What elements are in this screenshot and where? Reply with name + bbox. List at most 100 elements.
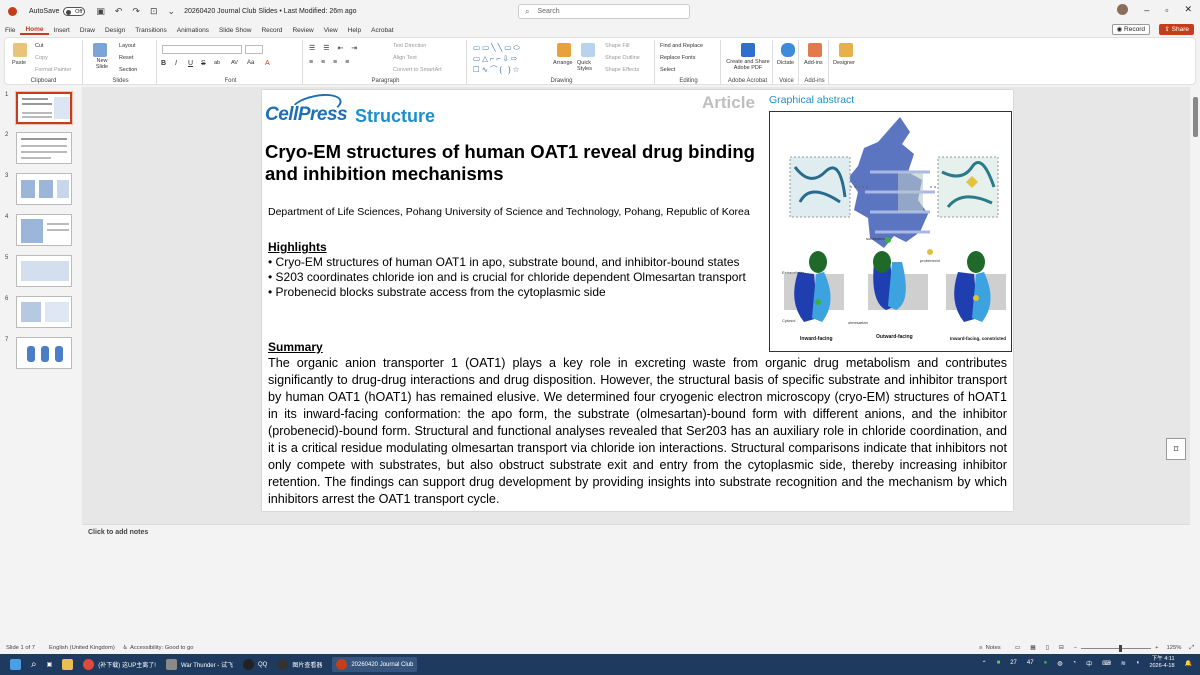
vertical-scrollbar[interactable] [1191,87,1200,524]
taskbar-item-game[interactable]: War Thunder - 试飞 [165,659,233,670]
file-explorer-icon[interactable] [62,659,74,670]
present-icon[interactable]: ⊡ [150,6,158,17]
taskbar-search-icon[interactable]: ⌕ [31,659,37,670]
notes-button[interactable]: Notes [986,645,1001,651]
save-icon[interactable]: ▣ [96,6,105,17]
cut-button[interactable]: Cut [35,43,44,49]
zoom-in-icon[interactable]: + [1155,645,1158,651]
font-name-field[interactable] [162,45,242,54]
ime-indicator[interactable]: 中 [1086,659,1092,668]
close-icon[interactable]: ✕ [1184,4,1192,15]
font-size-field[interactable] [245,45,263,54]
align-icon[interactable]: ≡ ≡ ≡ ≡ [309,59,352,66]
reading-view-icon[interactable]: ▯ [1046,645,1049,651]
speaker-icon[interactable]: ◔ [1072,660,1076,666]
copy-button[interactable]: Copy [35,55,48,61]
redo-icon[interactable]: ↷ [132,6,140,17]
align-text-button[interactable]: Align Text [393,55,417,61]
select-button[interactable]: Select [660,67,675,73]
new-slide-icon[interactable] [93,43,107,57]
bullets-icon[interactable]: ☰ ☰ ⇤ ⇥ [309,44,360,52]
tray-temp[interactable]: 27 [1010,660,1017,666]
slideshow-icon[interactable]: ⊟ [1059,645,1064,651]
zoom-level[interactable]: 125% [1167,645,1182,651]
tab-transitions[interactable]: Transitions [130,27,172,34]
slide-thumbnail-2[interactable] [16,132,72,164]
format-painter-button[interactable]: Format Painter [35,67,71,73]
paste-button[interactable]: Paste [12,60,26,66]
notification-icon[interactable]: 🔔 [1185,660,1192,667]
slide-thumbnail-7[interactable] [16,337,72,369]
current-slide[interactable]: CellPress Structure Article Graphical ab… [262,89,1013,511]
quick-styles-icon[interactable] [581,43,595,57]
addins-icon[interactable] [808,43,822,57]
keyboard-icon[interactable]: ⌨ [1102,660,1111,667]
accessibility-status[interactable]: Accessibility: Good to go [130,645,193,651]
wechat-icon[interactable]: ● [1044,660,1048,666]
new-slide-button[interactable]: New Slide [91,58,113,70]
slide-thumbnail-1[interactable] [15,91,73,125]
slide-thumbnail-3[interactable] [16,173,72,205]
slide-thumbnail-4[interactable] [16,214,72,246]
zoom-slider-thumb[interactable] [1119,644,1123,652]
tab-slide-show[interactable]: Slide Show [214,27,257,34]
autosave-toggle[interactable]: Off [63,7,86,16]
account-avatar[interactable] [1117,4,1129,15]
designer-button[interactable]: Designer [833,60,855,66]
find-replace-button[interactable]: Find and Replace [660,43,703,49]
arrange-icon[interactable] [557,43,571,57]
quick-styles-button[interactable]: Quick Styles [577,60,599,72]
addins-button[interactable]: Add-ins [804,60,823,66]
tab-design[interactable]: Design [100,27,130,34]
windows-start-icon[interactable] [10,659,21,670]
arrange-button[interactable]: Arrange [553,60,573,66]
tab-insert[interactable]: Insert [49,27,75,34]
taskbar-item-qq[interactable]: QQ [242,659,267,670]
designer-icon[interactable] [839,43,853,57]
underline-button[interactable]: U [188,60,193,67]
adobe-pdf-icon[interactable] [741,43,755,57]
create-share-pdf-button[interactable]: Create and Share Adobe PDF [725,59,771,71]
bookmark-icon[interactable]: ⌑ [1166,438,1186,460]
language-indicator[interactable]: English (United Kingdom) [49,645,115,651]
tab-record[interactable]: Record [256,27,287,34]
tray-number[interactable]: 47 [1027,660,1034,666]
tray-chevron-icon[interactable]: ⌃ [982,660,987,667]
clock[interactable]: 下午 4:11 2026-4-18 [1149,656,1174,670]
record-button[interactable]: ◉ Record [1111,24,1150,35]
volume-icon[interactable]: ◖ [1136,660,1140,666]
clear-formatting-button[interactable]: ab [214,60,220,66]
tab-review[interactable]: Review [287,27,318,34]
character-spacing-button[interactable]: AV [231,60,238,66]
taskbar-item-image-viewer[interactable]: 图片查看器 [277,659,322,670]
bold-button[interactable]: B [161,60,166,67]
tab-file[interactable]: File [0,27,20,34]
task-view-icon[interactable]: ▣ [47,661,53,668]
zoom-out-icon[interactable]: − [1074,645,1077,651]
slide-thumbnail-5[interactable] [16,255,72,287]
replace-fonts-button[interactable]: Replace Fonts [660,55,695,61]
section-button[interactable]: Section [119,67,137,73]
dictate-button[interactable]: Dictate [777,60,794,66]
normal-view-icon[interactable]: ▭ [1015,645,1020,651]
customize-toolbar-icon[interactable]: ⌄ [168,6,176,17]
slide-sorter-icon[interactable]: ▦ [1030,645,1035,651]
share-button[interactable]: ⇪ Share [1159,24,1194,35]
strikethrough-button[interactable]: S [201,60,206,67]
graphical-abstract-figure[interactable]: Extracellular Cytosol substrates probene… [769,111,1012,352]
shapes-gallery-icon[interactable]: ▭▭╲╲▭⬭ ▭△⌐⌐⇩⇨ ☐∿⌒{ }☆ [473,42,522,75]
text-direction-button[interactable]: Text Direction [393,43,426,49]
minimize-icon[interactable]: – [1144,5,1149,15]
scrollbar-thumb[interactable] [1193,97,1198,137]
notes-pane[interactable]: Click to add notes [82,524,1190,642]
taskbar-item-browser[interactable]: (补下载) 这UP主离了! [83,659,156,670]
taskbar-item-powerpoint[interactable]: 20260420 Journal Club [332,657,418,672]
zoom-slider[interactable] [1081,644,1152,652]
paste-icon[interactable] [13,43,27,57]
tab-view[interactable]: View [319,27,343,34]
tab-help[interactable]: Help [343,27,366,34]
search-input[interactable]: ⌕ Search [518,4,690,19]
reset-button[interactable]: Reset [119,55,133,61]
italic-button[interactable]: I [175,60,177,67]
shape-effects-button[interactable]: Shape Effects [605,67,639,73]
